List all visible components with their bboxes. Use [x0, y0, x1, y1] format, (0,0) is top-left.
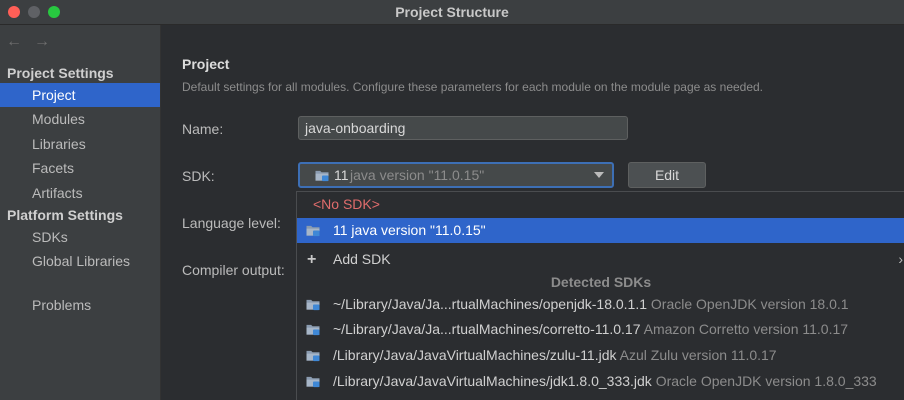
sdk-folder-icon — [306, 376, 320, 388]
detected-sdk-item[interactable]: /Library/Java/JavaVirtualMachines/zulu-1… — [297, 343, 904, 368]
sdk-folder-icon — [315, 170, 329, 182]
detected-sdk-text: ~/Library/Java/Ja...rtualMachines/corret… — [333, 317, 848, 342]
back-arrow-icon[interactable]: ← — [6, 33, 22, 50]
detected-sdk-path: /Library/Java/JavaVirtualMachines/jdk1.8… — [333, 373, 652, 389]
sdk-folder-icon — [306, 324, 320, 336]
plus-icon: + — [307, 251, 317, 268]
detected-sdk-desc: Azul Zulu version 11.0.17 — [619, 347, 777, 363]
sidebar-item-sdks[interactable]: SDKs — [0, 225, 160, 249]
dropdown-item-no-sdk[interactable]: <No SDK> — [297, 192, 904, 217]
sidebar-item-artifacts[interactable]: Artifacts — [0, 181, 160, 205]
sidebar-group-project-settings: Project Settings — [7, 65, 114, 81]
detected-sdk-text: ~/Library/Java/Ja...rtualMachines/openjd… — [333, 292, 849, 317]
language-level-label: Language level: — [182, 215, 281, 231]
sidebar-group-platform-settings: Platform Settings — [7, 207, 123, 223]
detected-sdk-item[interactable]: ~/Library/Java/Ja...rtualMachines/corret… — [297, 317, 904, 342]
detected-sdk-text: /Library/Java/JavaVirtualMachines/zulu-1… — [333, 343, 777, 368]
sdk-label: SDK: — [182, 168, 215, 184]
sdk-combo-number: 11 — [334, 167, 349, 183]
sdk-folder-icon — [306, 225, 320, 237]
dropdown-item-add-sdk[interactable]: + Add SDK › — [297, 247, 904, 272]
sidebar-item-global-libraries[interactable]: Global Libraries — [0, 249, 160, 273]
name-input[interactable]: java-onboarding — [298, 116, 628, 140]
detected-sdk-path: ~/Library/Java/Ja...rtualMachines/corret… — [333, 321, 641, 337]
name-label: Name: — [182, 121, 224, 137]
sidebar-item-problems[interactable]: Problems — [0, 293, 160, 317]
add-sdk-label: Add SDK — [333, 251, 391, 267]
page-title: Project — [182, 56, 230, 72]
detected-sdks-header: Detected SDKs — [550, 274, 652, 290]
nav-arrows: ← → — [6, 33, 62, 51]
sidebar-item-libraries[interactable]: Libraries — [0, 132, 160, 156]
sdk-folder-icon — [306, 299, 320, 311]
sdk-combo-version: java version "11.0.15" — [350, 167, 485, 183]
title-bar: Project Structure — [0, 0, 904, 25]
detected-sdk-text: /Library/Java/JavaVirtualMachines/jdk1.8… — [333, 369, 877, 394]
detected-sdk-path: /Library/Java/JavaVirtualMachines/zulu-1… — [333, 347, 617, 363]
sidebar-item-modules[interactable]: Modules — [0, 107, 160, 131]
sidebar: ← → Project Settings Project Modules Libr… — [0, 25, 161, 400]
dropdown-item-selected-sdk[interactable]: 11 java version "11.0.15" — [297, 218, 904, 243]
page-description: Default settings for all modules. Config… — [182, 80, 764, 94]
chevron-down-icon[interactable] — [594, 172, 604, 178]
detected-sdk-desc: Oracle OpenJDK version 1.8.0_333 — [655, 373, 877, 389]
sidebar-item-facets[interactable]: Facets — [0, 156, 160, 180]
detected-sdk-desc: Amazon Corretto version 11.0.17 — [643, 321, 849, 337]
window-title: Project Structure — [395, 4, 509, 20]
detected-sdk-path: ~/Library/Java/Ja...rtualMachines/openjd… — [333, 296, 648, 312]
detected-sdk-item[interactable]: ~/Library/Java/Ja...rtualMachines/openjd… — [297, 292, 904, 317]
sdk-folder-icon — [306, 350, 320, 362]
sidebar-item-project[interactable]: Project — [0, 83, 160, 107]
sdk-combobox[interactable]: 11 java version "11.0.15" — [298, 162, 614, 188]
detected-sdk-item[interactable]: /Library/Java/JavaVirtualMachines/jdk1.8… — [297, 369, 904, 394]
no-sdk-label: <No SDK> — [313, 196, 380, 212]
sdk-dropdown-list: <No SDK> 11 java version "11.0.15" + Add… — [296, 191, 904, 400]
compiler-output-label: Compiler output: — [182, 262, 285, 278]
dropdown-item-label: 11 java version "11.0.15" — [333, 222, 486, 238]
chevron-right-icon: › — [898, 251, 903, 267]
edit-sdk-button[interactable]: Edit — [628, 162, 706, 188]
forward-arrow-icon[interactable]: → — [34, 33, 50, 50]
detected-sdk-desc: Oracle OpenJDK version 18.0.1 — [650, 296, 849, 312]
